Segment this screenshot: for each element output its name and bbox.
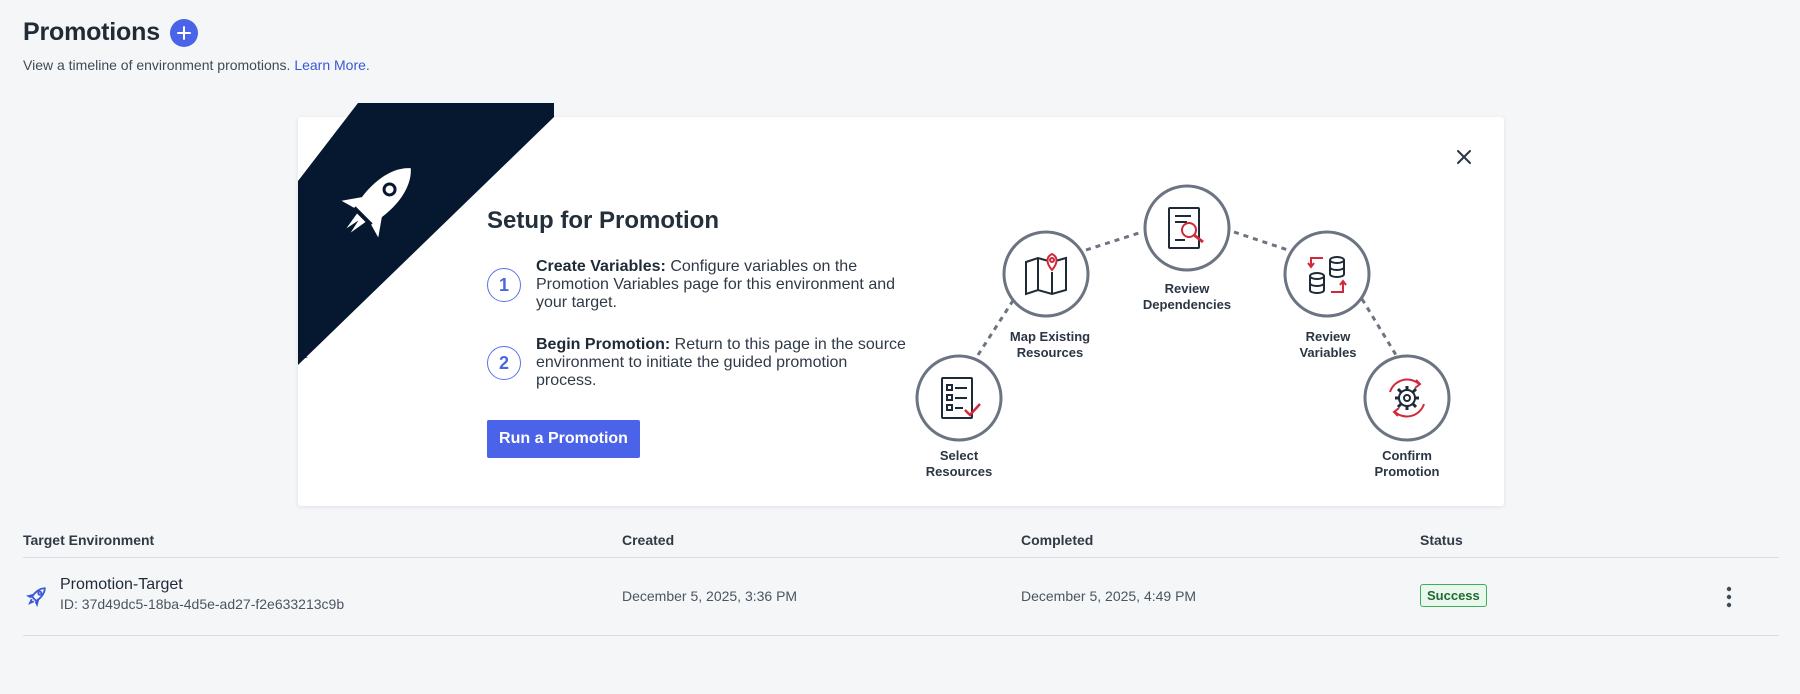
page-subtitle: View a timeline of environment promotion… — [23, 57, 370, 73]
label-line: Review — [1305, 329, 1351, 344]
step-heading: Create Variables: — [536, 258, 666, 275]
rocket-banner — [298, 103, 554, 365]
diagram-step-label: Select Resources — [894, 448, 1024, 480]
step-text: Create Variables: Configure variables on… — [536, 258, 906, 312]
column-header-target[interactable]: Target Environment — [23, 532, 154, 548]
step-heading: Begin Promotion: — [536, 336, 671, 353]
environment-name[interactable]: Promotion-Target — [60, 576, 183, 594]
more-options-icon[interactable] — [1723, 586, 1735, 608]
table-row[interactable]: Promotion-Target ID: 37d49dc5-18ba-4d5e-… — [23, 558, 1779, 636]
step-number: 2 — [487, 346, 521, 380]
label-line: Resources — [925, 464, 993, 479]
environment-id: ID: 37d49dc5-18ba-4d5e-ad27-f2e633213c9b — [60, 596, 345, 612]
column-header-status[interactable]: Status — [1420, 532, 1463, 548]
plus-icon — [176, 25, 191, 40]
diagram-step-label: Map Existing Resources — [985, 329, 1115, 361]
label-line: Variables — [1299, 345, 1357, 360]
label-line: Promotion — [1374, 464, 1440, 479]
completed-date: December 5, 2025, 4:49 PM — [1021, 588, 1197, 604]
table-header: Target Environment Created Completed Sta… — [23, 520, 1779, 558]
label-line: Resources — [1016, 345, 1084, 360]
diagram-step-label: Review Dependencies — [1122, 281, 1252, 313]
page-header: Promotions View a timeline of environmen… — [23, 18, 370, 73]
rocket-icon — [25, 587, 46, 608]
label-line: Dependencies — [1142, 297, 1232, 312]
step-number: 1 — [487, 268, 521, 302]
close-button[interactable] — [1452, 145, 1476, 169]
step-text: Begin Promotion: Return to this page in … — [536, 336, 906, 390]
subtitle-text: View a timeline of environment promotion… — [23, 57, 291, 73]
label-line: Review — [1164, 281, 1210, 296]
label-line: Map Existing — [1009, 329, 1091, 344]
run-promotion-button[interactable]: Run a Promotion — [487, 420, 640, 458]
setup-step-2: 2 Begin Promotion: Return to this page i… — [487, 336, 906, 390]
learn-more-link[interactable]: Learn More. — [294, 57, 369, 73]
page-title: Promotions — [23, 18, 160, 46]
setup-title: Setup for Promotion — [487, 207, 719, 234]
column-header-created[interactable]: Created — [622, 532, 674, 548]
column-header-completed[interactable]: Completed — [1021, 532, 1093, 548]
promotions-table: Target Environment Created Completed Sta… — [23, 520, 1779, 636]
status-badge: Success — [1420, 584, 1487, 607]
diagram-step-label: Confirm Promotion — [1342, 448, 1472, 480]
created-date: December 5, 2025, 3:36 PM — [622, 588, 798, 604]
diagram-step-label: Review Variables — [1263, 329, 1393, 361]
add-promotion-button[interactable] — [169, 18, 198, 47]
close-icon — [1457, 150, 1471, 164]
promotion-process-diagram: Select Resources Map Existing Resources … — [900, 175, 1460, 485]
label-line: Confirm — [1382, 448, 1432, 463]
label-line: Select — [939, 448, 979, 463]
setup-step-1: 1 Create Variables: Configure variables … — [487, 258, 906, 312]
